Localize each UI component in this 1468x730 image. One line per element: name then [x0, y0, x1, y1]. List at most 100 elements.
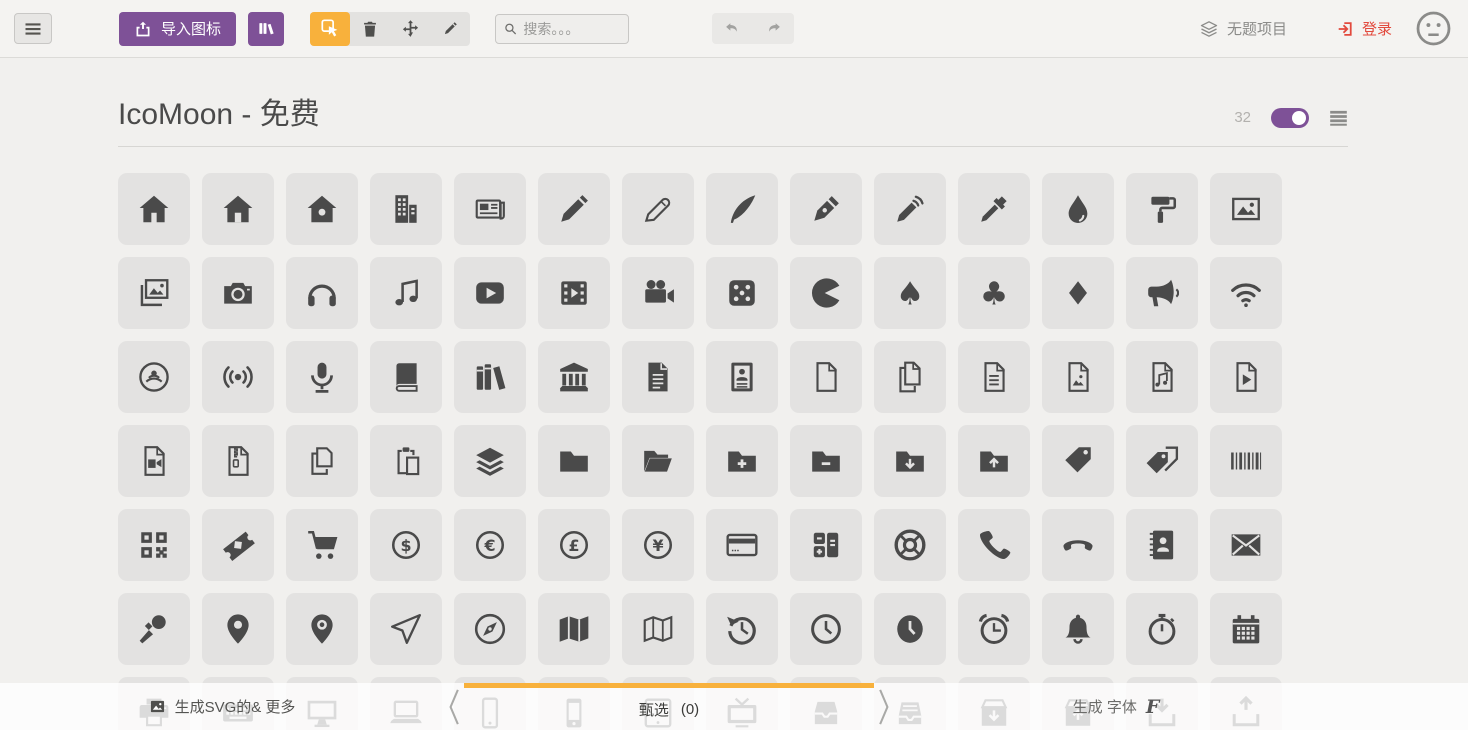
icon-tile-quill[interactable]: [706, 172, 778, 245]
icon-tile-file-empty[interactable]: [790, 340, 862, 413]
icon-tile-bell[interactable]: [1042, 592, 1114, 665]
icon-tile-pen[interactable]: [790, 172, 862, 245]
redo-button[interactable]: [753, 13, 794, 44]
icon-tile-profile[interactable]: [706, 340, 778, 413]
icon-tile-spades[interactable]: ♠: [874, 256, 946, 329]
icon-tile-compass[interactable]: [370, 592, 442, 665]
icon-tile-play[interactable]: [454, 256, 526, 329]
icon-tile-file-music[interactable]: [1126, 340, 1198, 413]
icon-tile-ticket[interactable]: [202, 508, 274, 581]
icon-tile-folder-open[interactable]: [622, 424, 694, 497]
icon-tile-bullhorn[interactable]: [1126, 256, 1198, 329]
icon-tile-price-tag[interactable]: [1042, 424, 1114, 497]
search-input[interactable]: [523, 20, 621, 37]
icon-tile-lifebuoy[interactable]: [874, 508, 946, 581]
icon-tile-mic[interactable]: [286, 340, 358, 413]
icon-tile-map2[interactable]: [622, 592, 694, 665]
icon-tile-books[interactable]: [454, 340, 526, 413]
icon-tile-book[interactable]: [370, 340, 442, 413]
icon-tile-calendar[interactable]: [1210, 592, 1282, 665]
icon-tile-droplet[interactable]: [1042, 172, 1114, 245]
icon-tile-library[interactable]: [538, 340, 610, 413]
icon-tile-address-book[interactable]: [1126, 508, 1198, 581]
icon-tile-qrcode[interactable]: [118, 508, 190, 581]
select-tool-button[interactable]: [310, 11, 351, 46]
icon-tile-price-tags[interactable]: [1126, 424, 1198, 497]
undo-button[interactable]: [712, 13, 753, 44]
login-button[interactable]: 登录: [1337, 18, 1392, 39]
generate-svg-button[interactable]: 生成SVG的& 更多: [0, 683, 444, 730]
icon-tile-newspaper[interactable]: [454, 172, 526, 245]
icon-tile-headphones[interactable]: [286, 256, 358, 329]
icon-set-toggle[interactable]: [1271, 107, 1309, 128]
icon-tile-home[interactable]: [118, 172, 190, 245]
icon-tile-folder-plus[interactable]: [706, 424, 778, 497]
icon-tile-paste[interactable]: [370, 424, 442, 497]
icon-tile-cart[interactable]: [286, 508, 358, 581]
icon-tile-folder-download[interactable]: [874, 424, 946, 497]
icon-tile-copy[interactable]: [286, 424, 358, 497]
icon-tile-pushpin[interactable]: [118, 592, 190, 665]
icon-tile-stack[interactable]: [454, 424, 526, 497]
icon-tile-file-text[interactable]: [622, 340, 694, 413]
icon-tile-location2[interactable]: [286, 592, 358, 665]
icon-tile-coin-yen[interactable]: ¥: [622, 508, 694, 581]
icon-tile-blog[interactable]: [874, 172, 946, 245]
icon-tile-coin-pound[interactable]: £: [538, 508, 610, 581]
icon-tile-feed[interactable]: [202, 340, 274, 413]
icon-tile-file-picture[interactable]: [1042, 340, 1114, 413]
icon-tile-credit-card[interactable]: [706, 508, 778, 581]
generate-font-button[interactable]: 生成 字体 F: [894, 683, 1468, 730]
account-button[interactable]: [1415, 10, 1452, 47]
icon-tile-images[interactable]: [118, 256, 190, 329]
icon-tile-pencil2[interactable]: [622, 172, 694, 245]
icon-tile-video-camera[interactable]: [622, 256, 694, 329]
set-menu-icon[interactable]: [1329, 110, 1348, 126]
icon-tile-podcast[interactable]: [118, 340, 190, 413]
icon-tile-stopwatch[interactable]: [1126, 592, 1198, 665]
move-tool-button[interactable]: [390, 12, 430, 46]
project-menu[interactable]: 无题项目: [1199, 18, 1287, 39]
icon-tile-camera[interactable]: [202, 256, 274, 329]
icon-tile-folder-minus[interactable]: [790, 424, 862, 497]
icon-tile-location[interactable]: [202, 592, 274, 665]
icon-tile-pencil[interactable]: [538, 172, 610, 245]
icon-tile-pacman[interactable]: [790, 256, 862, 329]
icon-tile-file-zip[interactable]: [202, 424, 274, 497]
icon-tile-paint-format[interactable]: [1126, 172, 1198, 245]
icon-tile-file-play[interactable]: [1210, 340, 1282, 413]
import-icons-button[interactable]: 导入图标: [119, 11, 237, 46]
icon-tile-folder[interactable]: [538, 424, 610, 497]
icon-tile-image[interactable]: [1210, 172, 1282, 245]
selection-prev-chevron[interactable]: [444, 683, 464, 730]
icon-tile-dice[interactable]: [706, 256, 778, 329]
icon-tile-film[interactable]: [538, 256, 610, 329]
icon-tile-phone-hang-up[interactable]: [1042, 508, 1114, 581]
icon-tile-alarm[interactable]: [958, 592, 1030, 665]
icon-tile-diamonds[interactable]: ♦: [1042, 256, 1114, 329]
icon-tile-clock2[interactable]: [874, 592, 946, 665]
icon-tile-envelop[interactable]: [1210, 508, 1282, 581]
icon-tile-home2[interactable]: [202, 172, 274, 245]
icon-tile-office[interactable]: [370, 172, 442, 245]
icon-tile-calculator[interactable]: [790, 508, 862, 581]
icon-tile-clock[interactable]: [790, 592, 862, 665]
icon-tile-home3[interactable]: [286, 172, 358, 245]
edit-tool-button[interactable]: [430, 12, 470, 46]
icon-tile-file-video[interactable]: [118, 424, 190, 497]
icon-tile-barcode[interactable]: [1210, 424, 1282, 497]
icon-tile-phone[interactable]: [958, 508, 1030, 581]
icon-tile-music[interactable]: [370, 256, 442, 329]
icon-tile-clubs[interactable]: ♣: [958, 256, 1030, 329]
icon-tile-history[interactable]: [706, 592, 778, 665]
icon-tile-coin-dollar[interactable]: $: [370, 508, 442, 581]
icon-tile-eyedropper[interactable]: [958, 172, 1030, 245]
icon-tile-coin-euro[interactable]: €: [454, 508, 526, 581]
icon-tile-files-empty[interactable]: [874, 340, 946, 413]
selection-next-chevron[interactable]: [874, 683, 894, 730]
main-menu-button[interactable]: [14, 13, 52, 44]
delete-tool-button[interactable]: [350, 12, 390, 46]
icon-tile-file-text2[interactable]: [958, 340, 1030, 413]
selection-tab[interactable]: 甄选 (0): [464, 683, 874, 730]
icon-library-button[interactable]: [248, 11, 285, 46]
